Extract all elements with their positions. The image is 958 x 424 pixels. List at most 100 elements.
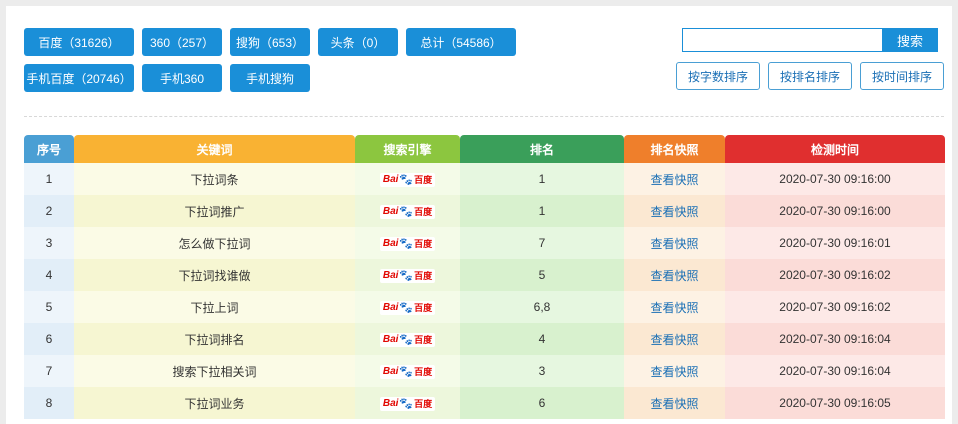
search-button[interactable]: 搜索 (882, 28, 938, 52)
divider (24, 116, 944, 117)
snapshot-cell: 查看快照 (624, 387, 725, 419)
baidu-logo-icon: Bai 🐾 百度 (379, 301, 436, 315)
row-engine: Bai 🐾 百度 (355, 195, 460, 227)
header-engine[interactable]: 搜索引擎 (355, 135, 460, 163)
filter-mobile-360-button[interactable]: 手机360 (142, 64, 222, 92)
row-engine: Bai 🐾 百度 (355, 355, 460, 387)
sort-by-rank-button[interactable]: 按排名排序 (767, 62, 852, 90)
row-index: 7 (24, 355, 74, 387)
snapshot-cell: 查看快照 (624, 259, 725, 291)
row-keyword: 怎么做下拉词 (74, 227, 355, 259)
filter-mobile-baidu-button[interactable]: 手机百度（20746） (24, 64, 134, 92)
row-check-time: 2020-07-30 09:16:04 (725, 323, 945, 355)
baidu-logo-icon: Bai 🐾 百度 (379, 269, 436, 283)
engine-filters: 百度（31626） 360（257） 搜狗（653） 头条（0） 总计（5458… (24, 28, 544, 100)
row-rank: 7 (460, 227, 624, 259)
row-check-time: 2020-07-30 09:16:04 (725, 355, 945, 387)
row-keyword: 下拉词排名 (74, 323, 355, 355)
baidu-logo-icon: Bai 🐾 百度 (379, 333, 436, 347)
snapshot-cell: 查看快照 (624, 163, 725, 195)
row-rank: 5 (460, 259, 624, 291)
row-rank: 4 (460, 323, 624, 355)
row-rank: 3 (460, 355, 624, 387)
baidu-logo-icon: Bai 🐾 百度 (379, 173, 436, 187)
row-keyword: 下拉上词 (74, 291, 355, 323)
snapshot-cell: 查看快照 (624, 227, 725, 259)
row-snapshot-link[interactable]: 查看快照 (650, 205, 698, 219)
filter-sogou-button[interactable]: 搜狗（653） (230, 28, 310, 56)
row-check-time: 2020-07-30 09:16:01 (725, 227, 945, 259)
main-panel: 百度（31626） 360（257） 搜狗（653） 头条（0） 总计（5458… (6, 6, 952, 424)
filter-toutiao-button[interactable]: 头条（0） (318, 28, 398, 56)
filter-baidu-button[interactable]: 百度（31626） (24, 28, 134, 56)
row-index: 2 (24, 195, 74, 227)
row-index: 1 (24, 163, 74, 195)
row-engine: Bai 🐾 百度 (355, 323, 460, 355)
header-snapshot[interactable]: 排名快照 (624, 135, 725, 163)
row-index: 3 (24, 227, 74, 259)
row-index: 4 (24, 259, 74, 291)
search-input[interactable] (682, 28, 882, 52)
snapshot-cell: 查看快照 (624, 323, 725, 355)
rank-table: 序号 关键词 搜索引擎 排名 排名快照 检测时间 1 下拉词条 Bai 🐾 百度 1 查看快… (24, 135, 945, 419)
row-snapshot-link[interactable]: 查看快照 (650, 237, 698, 251)
snapshot-cell: 查看快照 (624, 355, 725, 387)
table-row: 8 下拉词业务 Bai 🐾 百度 6 查看快照 2020-07-30 09:16:05 (24, 387, 945, 419)
table-row: 1 下拉词条 Bai 🐾 百度 1 查看快照 2020-07-30 09:16:00 (24, 163, 945, 195)
row-rank: 6 (460, 387, 624, 419)
row-keyword: 下拉词业务 (74, 387, 355, 419)
row-check-time: 2020-07-30 09:16:02 (725, 291, 945, 323)
row-index: 6 (24, 323, 74, 355)
snapshot-cell: 查看快照 (624, 291, 725, 323)
header-index[interactable]: 序号 (24, 135, 74, 163)
table-row: 4 下拉词找谁做 Bai 🐾 百度 5 查看快照 2020-07-30 09:16:02 (24, 259, 945, 291)
header-rank[interactable]: 排名 (460, 135, 624, 163)
sort-by-time-button[interactable]: 按时间排序 (859, 62, 944, 90)
table-body: 1 下拉词条 Bai 🐾 百度 1 查看快照 2020-07-30 09:16:00 2 下拉词推… (24, 163, 945, 419)
row-check-time: 2020-07-30 09:16:05 (725, 387, 945, 419)
header-keyword[interactable]: 关键词 (74, 135, 355, 163)
header-check-time[interactable]: 检测时间 (725, 135, 945, 163)
row-snapshot-link[interactable]: 查看快照 (650, 365, 698, 379)
table-row: 6 下拉词排名 Bai 🐾 百度 4 查看快照 2020-07-30 09:16:04 (24, 323, 945, 355)
row-engine: Bai 🐾 百度 (355, 387, 460, 419)
snapshot-cell: 查看快照 (624, 195, 725, 227)
row-snapshot-link[interactable]: 查看快照 (650, 269, 698, 283)
row-check-time: 2020-07-30 09:16:00 (725, 195, 945, 227)
row-keyword: 下拉词找谁做 (74, 259, 355, 291)
baidu-logo-icon: Bai 🐾 百度 (379, 205, 436, 219)
table-row: 2 下拉词推广 Bai 🐾 百度 1 查看快照 2020-07-30 09:16:00 (24, 195, 945, 227)
filter-360-button[interactable]: 360（257） (142, 28, 222, 56)
row-rank: 1 (460, 163, 624, 195)
row-snapshot-link[interactable]: 查看快照 (650, 173, 698, 187)
row-snapshot-link[interactable]: 查看快照 (650, 301, 698, 315)
filter-total-button[interactable]: 总计（54586） (406, 28, 516, 56)
row-snapshot-link[interactable]: 查看快照 (650, 397, 698, 411)
baidu-logo-icon: Bai 🐾 百度 (379, 397, 436, 411)
row-index: 8 (24, 387, 74, 419)
row-snapshot-link[interactable]: 查看快照 (650, 333, 698, 347)
filter-row-2: 手机百度（20746） 手机360 手机搜狗 (24, 64, 544, 92)
baidu-logo-icon: Bai 🐾 百度 (379, 365, 436, 379)
table-header-row: 序号 关键词 搜索引擎 排名 排名快照 检测时间 (24, 135, 945, 163)
row-keyword: 下拉词推广 (74, 195, 355, 227)
row-engine: Bai 🐾 百度 (355, 227, 460, 259)
table-row: 3 怎么做下拉词 Bai 🐾 百度 7 查看快照 2020-07-30 09:16:01 (24, 227, 945, 259)
row-engine: Bai 🐾 百度 (355, 291, 460, 323)
row-rank: 6,8 (460, 291, 624, 323)
row-check-time: 2020-07-30 09:16:00 (725, 163, 945, 195)
filter-mobile-sogou-button[interactable]: 手机搜狗 (230, 64, 310, 92)
table-row: 7 搜索下拉相关词 Bai 🐾 百度 3 查看快照 2020-07-30 09:16:04 (24, 355, 945, 387)
sort-by-length-button[interactable]: 按字数排序 (675, 62, 760, 90)
row-keyword: 下拉词条 (74, 163, 355, 195)
row-rank: 1 (460, 195, 624, 227)
row-engine: Bai 🐾 百度 (355, 259, 460, 291)
table-row: 5 下拉上词 Bai 🐾 百度 6,8 查看快照 2020-07-30 09:16:02 (24, 291, 945, 323)
baidu-logo-icon: Bai 🐾 百度 (379, 237, 436, 251)
sort-buttons: 按字数排序 按排名排序 按时间排序 (675, 62, 944, 90)
row-index: 5 (24, 291, 74, 323)
filter-row-1: 百度（31626） 360（257） 搜狗（653） 头条（0） 总计（5458… (24, 28, 544, 56)
row-check-time: 2020-07-30 09:16:02 (725, 259, 945, 291)
row-engine: Bai 🐾 百度 (355, 163, 460, 195)
search-bar: 搜索 (682, 28, 938, 52)
